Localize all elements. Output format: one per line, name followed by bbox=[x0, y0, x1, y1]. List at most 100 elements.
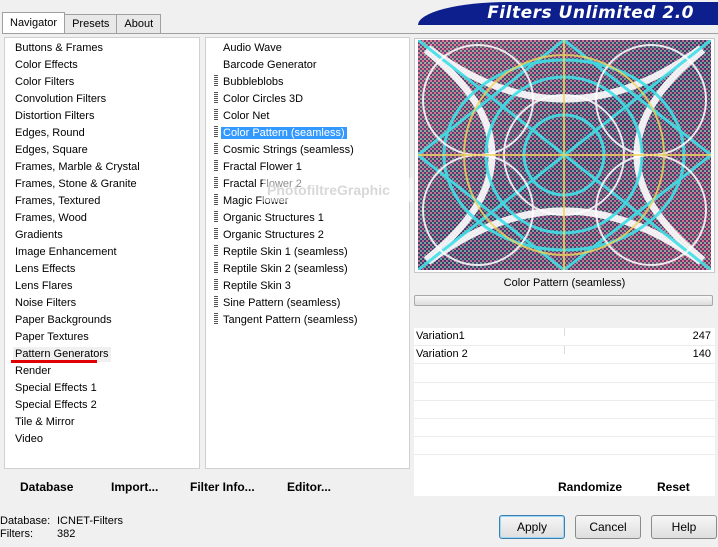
category-item[interactable]: Lens Effects bbox=[13, 262, 77, 277]
filter-label: Tangent Pattern (seamless) bbox=[223, 314, 358, 326]
status-database: Database: ICNET-Filters bbox=[0, 515, 123, 528]
param-name: Variation 2 bbox=[416, 348, 468, 360]
category-item[interactable]: Image Enhancement bbox=[13, 245, 119, 260]
filter-label: Organic Structures 1 bbox=[223, 212, 324, 224]
category-item[interactable]: Video bbox=[13, 432, 45, 447]
filter-item[interactable]: Barcode Generator bbox=[214, 58, 319, 73]
filter-label: Audio Wave bbox=[223, 42, 282, 54]
category-item[interactable]: Lens Flares bbox=[13, 279, 74, 294]
category-item[interactable]: Special Effects 2 bbox=[13, 398, 99, 413]
filter-label: Organic Structures 2 bbox=[223, 229, 324, 241]
tab-navigator[interactable]: Navigator bbox=[2, 12, 66, 33]
filter-item[interactable]: Color Net bbox=[214, 109, 271, 124]
tab-presets[interactable]: Presets bbox=[64, 14, 118, 33]
filter-item[interactable]: Organic Structures 2 bbox=[214, 228, 326, 243]
grip-icon bbox=[214, 245, 218, 256]
filter-list[interactable]: Audio Wave Barcode Generator Bubbleblobs Co… bbox=[205, 37, 410, 469]
filter-label: Bubbleblobs bbox=[223, 76, 284, 88]
filter-label: Reptile Skin 2 (seamless) bbox=[223, 263, 348, 275]
category-item[interactable]: Frames, Stone & Granite bbox=[13, 177, 139, 192]
filter-item[interactable]: Fractal Flower 1 bbox=[214, 160, 304, 175]
category-item[interactable]: Frames, Marble & Crystal bbox=[13, 160, 142, 175]
category-item[interactable]: Frames, Wood bbox=[13, 211, 89, 226]
divider bbox=[414, 418, 715, 419]
divider bbox=[414, 454, 715, 455]
grip-icon bbox=[214, 279, 218, 290]
category-item[interactable]: Gradients bbox=[13, 228, 65, 243]
category-item[interactable]: Color Filters bbox=[13, 75, 76, 90]
category-item[interactable]: Color Effects bbox=[13, 58, 80, 73]
tab-about[interactable]: About bbox=[116, 14, 162, 33]
category-list[interactable]: Buttons & Frames Color Effects Color Filte… bbox=[4, 37, 200, 469]
filter-item[interactable]: Sine Pattern (seamless) bbox=[214, 296, 342, 311]
category-item[interactable]: Noise Filters bbox=[13, 296, 78, 311]
status-label: Filters: bbox=[0, 528, 33, 540]
grip-icon bbox=[214, 262, 218, 273]
preview-zoom-scrollbar[interactable] bbox=[414, 295, 713, 306]
category-item[interactable]: Buttons & Frames bbox=[13, 41, 105, 56]
tab-bar: Navigator Presets About bbox=[2, 12, 162, 33]
grip-icon bbox=[214, 228, 218, 239]
help-button[interactable]: Help bbox=[651, 515, 717, 539]
category-item[interactable]: Paper Backgrounds bbox=[13, 313, 114, 328]
filter-label: Color Net bbox=[223, 110, 270, 122]
category-item[interactable]: Distortion Filters bbox=[13, 109, 96, 124]
grip-icon bbox=[214, 92, 218, 103]
filter-item[interactable]: Organic Structures 1 bbox=[214, 211, 326, 226]
category-item[interactable]: Convolution Filters bbox=[13, 92, 108, 107]
import-button[interactable]: Import... bbox=[111, 479, 158, 495]
filter-item[interactable]: Cosmic Strings (seamless) bbox=[214, 143, 356, 158]
status-value: ICNET-Filters bbox=[57, 515, 123, 527]
category-item[interactable]: Frames, Textured bbox=[13, 194, 102, 209]
category-item[interactable]: Tile & Mirror bbox=[13, 415, 76, 430]
filter-item[interactable]: Audio Wave bbox=[214, 41, 284, 56]
category-item[interactable]: Special Effects 1 bbox=[13, 381, 99, 396]
category-item[interactable]: Paper Textures bbox=[13, 330, 91, 345]
grip-icon bbox=[214, 160, 218, 171]
database-button[interactable]: Database bbox=[20, 479, 73, 495]
preview-pattern bbox=[418, 40, 711, 270]
grip-icon bbox=[214, 109, 218, 120]
divider bbox=[414, 436, 715, 437]
param-row-variation2[interactable]: Variation 2 140 bbox=[414, 346, 715, 364]
reset-button[interactable]: Reset bbox=[657, 479, 690, 495]
filter-label: Reptile Skin 3 bbox=[223, 280, 291, 292]
grip-icon bbox=[214, 211, 218, 222]
cancel-button[interactable]: Cancel bbox=[575, 515, 641, 539]
slider-tick bbox=[564, 328, 565, 336]
param-name: Variation1 bbox=[416, 330, 465, 342]
filter-item[interactable]: Color Circles 3D bbox=[214, 92, 305, 107]
filter-item[interactable]: Tangent Pattern (seamless) bbox=[214, 313, 360, 328]
grip-icon bbox=[214, 177, 218, 188]
editor-button[interactable]: Editor... bbox=[287, 479, 331, 495]
category-item[interactable]: Edges, Round bbox=[13, 126, 87, 141]
slider-tick bbox=[564, 346, 565, 354]
filter-info-button[interactable]: Filter Info... bbox=[190, 479, 255, 495]
category-item[interactable]: Render bbox=[13, 364, 53, 379]
filter-label: Color Circles 3D bbox=[223, 93, 304, 105]
randomize-button[interactable]: Randomize bbox=[558, 479, 622, 495]
param-row-variation1[interactable]: Variation1 247 bbox=[414, 328, 715, 346]
grip-icon bbox=[214, 194, 218, 205]
filter-item[interactable]: Reptile Skin 1 (seamless) bbox=[214, 245, 350, 260]
filter-label: Sine Pattern (seamless) bbox=[223, 297, 341, 309]
grip-icon bbox=[214, 75, 218, 86]
watermark: PhotofiltreGraphic bbox=[263, 178, 413, 202]
filter-label: Color Pattern (seamless) bbox=[221, 127, 347, 139]
grip-icon bbox=[214, 58, 218, 69]
grip-icon bbox=[214, 313, 218, 324]
filter-label: Fractal Flower 1 bbox=[223, 161, 302, 173]
filter-item[interactable]: Reptile Skin 2 (seamless) bbox=[214, 262, 350, 277]
filter-item[interactable]: Color Pattern (seamless) bbox=[214, 126, 347, 141]
grip-icon bbox=[214, 296, 218, 307]
param-value: 247 bbox=[692, 330, 711, 342]
category-item[interactable]: Edges, Square bbox=[13, 143, 90, 158]
filter-item[interactable]: Reptile Skin 3 bbox=[214, 279, 293, 294]
status-filters: Filters: 382 bbox=[0, 528, 75, 541]
status-label: Database: bbox=[0, 515, 51, 527]
divider bbox=[414, 400, 715, 401]
preview-caption: Color Pattern (seamless) bbox=[503, 277, 626, 289]
filter-label: Barcode Generator bbox=[223, 59, 317, 71]
filter-item[interactable]: Bubbleblobs bbox=[214, 75, 286, 90]
apply-button[interactable]: Apply bbox=[499, 515, 565, 539]
